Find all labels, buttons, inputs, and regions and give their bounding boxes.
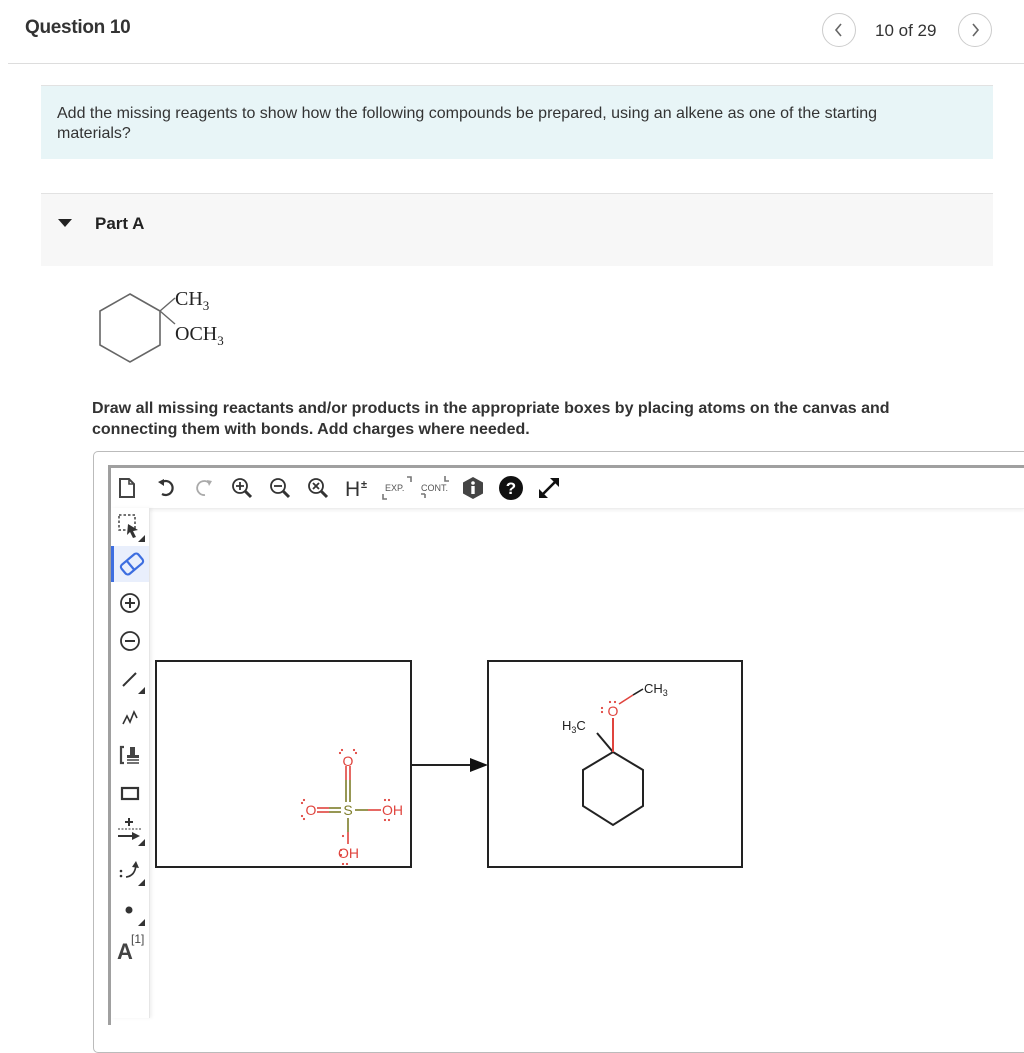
cyclohexane-ring [582, 750, 644, 827]
zoom-reset-button[interactable] [305, 475, 331, 501]
sulfur-atom: S [343, 802, 352, 818]
info-icon [463, 477, 483, 499]
minus-charge-icon [120, 631, 140, 651]
help-icon: ? [499, 476, 523, 500]
chevron-right-icon [972, 23, 980, 37]
zoom-out-icon [270, 478, 291, 499]
fullscreen-button[interactable] [535, 474, 563, 502]
previous-question-button[interactable] [822, 13, 856, 47]
hydrogen-toggle-icon: H ± [345, 478, 367, 500]
reaction-arrow-tool[interactable] [111, 812, 149, 848]
new-document-button[interactable] [115, 476, 139, 500]
bond-to-methoxy [159, 310, 176, 325]
drawing-instructions: Draw all missing reactants and/or produc… [92, 400, 890, 438]
plus-charge-icon [120, 593, 140, 613]
svg-text:?: ? [506, 479, 516, 498]
svg-text:[1]: [1] [131, 932, 144, 946]
cyclohexane-ring [99, 293, 161, 363]
editor-left-toolbar: A [1] [111, 508, 150, 1018]
question-counter: 10 of 29 [875, 21, 937, 40]
methoxy-label: OCH3 [175, 323, 224, 348]
new-document-icon [119, 478, 135, 498]
oxygen-atom: O [608, 703, 619, 719]
chevron-left-icon [834, 23, 842, 37]
editor-top-toolbar: H ± EXP. CONT. ? [111, 468, 1024, 509]
positive-charge-tool[interactable] [111, 586, 149, 620]
svg-text:EXP.: EXP. [385, 483, 404, 493]
info-button[interactable] [460, 475, 486, 501]
methyl-label: CH3 [175, 288, 209, 313]
template-tool[interactable] [111, 738, 149, 772]
oxygen-atom-top: O [343, 753, 354, 769]
submenu-indicator [138, 879, 145, 886]
bond-oxygen-methyl [618, 694, 634, 705]
bond-to-methyl [596, 732, 614, 753]
reactant-box[interactable]: S O O OH OH [155, 660, 412, 868]
zoom-in-button[interactable] [229, 475, 255, 501]
reaction-arrow[interactable] [410, 755, 490, 775]
question-title: Question 10 [25, 17, 131, 38]
fullscreen-icon [539, 478, 559, 498]
undo-icon [158, 479, 174, 497]
submenu-indicator [138, 919, 145, 926]
expand-icon: EXP. [382, 476, 412, 500]
negative-charge-tool[interactable] [111, 624, 149, 658]
next-question-button[interactable] [958, 13, 992, 47]
zoom-in-icon [232, 478, 253, 499]
electron-arrow-tool[interactable] [111, 852, 149, 888]
bond-oxygen-methyl [632, 688, 644, 696]
part-a-header[interactable] [41, 193, 993, 266]
radical-dot-icon [125, 906, 133, 914]
header-divider [8, 63, 1024, 64]
methyl-label-left: H3C [562, 718, 586, 735]
sulfuric-acid-structure: S O O OH OH [300, 748, 403, 866]
help-button[interactable]: ? [497, 474, 525, 502]
zoom-out-button[interactable] [267, 475, 293, 501]
arrow-head [470, 758, 488, 772]
svg-text:CONT.: CONT. [421, 483, 448, 493]
hydroxyl-bottom: OH [338, 845, 359, 861]
hydroxyl-right: OH [382, 802, 403, 818]
template-bracket-icon [119, 745, 139, 765]
svg-text:H: H [345, 478, 360, 500]
collapse-caret-icon[interactable] [58, 219, 72, 227]
bond-to-methyl [159, 297, 176, 312]
part-label: Part A [95, 214, 145, 233]
rectangle-icon [120, 786, 140, 801]
bond-tool[interactable] [111, 662, 149, 696]
chain-icon [122, 710, 138, 725]
redo-icon [196, 480, 212, 496]
submenu-indicator [138, 839, 145, 846]
atom-label-icon: A[1] [117, 932, 144, 963]
target-molecule-structure: CH3 OCH3 [99, 288, 224, 363]
submenu-indicator [138, 687, 145, 694]
erase-tool[interactable] [111, 546, 149, 582]
question-prompt-text: Add the missing reagents to show how the… [57, 105, 878, 142]
contract-button[interactable]: CONT. [419, 474, 453, 502]
redo-button[interactable] [193, 476, 217, 500]
submenu-indicator [138, 535, 145, 542]
atom-label-tool[interactable]: A [1] [111, 928, 149, 964]
rectangle-tool[interactable] [111, 776, 149, 810]
zoom-reset-icon [308, 478, 329, 499]
contract-icon: CONT. [421, 476, 449, 498]
radical-tool[interactable] [111, 892, 149, 928]
undo-button[interactable] [155, 476, 179, 500]
explicit-hydrogens-button[interactable]: H ± [343, 475, 371, 501]
product-box[interactable]: H3C O CH3 [487, 660, 743, 868]
product-structure: H3C O CH3 [562, 681, 668, 827]
expand-button[interactable]: EXP. [381, 474, 413, 502]
chain-tool[interactable] [111, 700, 149, 734]
svg-text:±: ± [361, 479, 367, 491]
eraser-icon [119, 552, 144, 576]
oxygen-atom-left: O [306, 802, 317, 818]
select-tool[interactable] [111, 510, 149, 544]
methyl-label-right: CH3 [644, 681, 668, 698]
